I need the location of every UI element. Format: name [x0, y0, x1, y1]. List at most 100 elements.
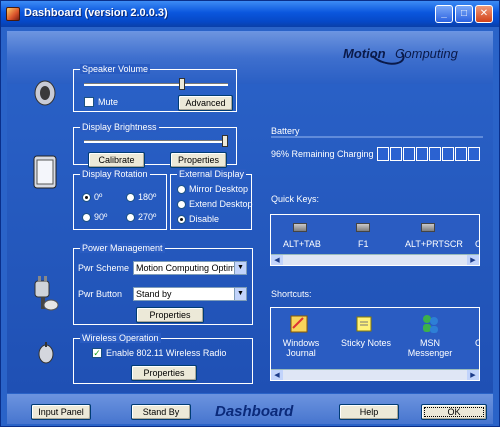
battery-cell — [455, 147, 467, 161]
wireless-operation-title: Wireless Operation — [80, 333, 161, 343]
dashboard-window: Dashboard (version 2.0.0.3) _ □ ✕ Motion… — [0, 0, 500, 427]
tablet-display-icon — [33, 155, 57, 189]
quick-key-item[interactable]: ALT+TAB — [283, 239, 321, 249]
volume-slider-track[interactable] — [84, 83, 228, 86]
speaker-icon — [34, 80, 56, 106]
battery-remaining: 96% Remaining — [271, 149, 335, 159]
title-bar[interactable]: Dashboard (version 2.0.0.3) _ □ ✕ — [1, 1, 499, 27]
mirror-desktop-radio[interactable] — [177, 185, 186, 194]
shortcut-item[interactable]: Windows Journal — [279, 338, 323, 358]
rotation-0-label: 0º — [94, 192, 103, 202]
quick-keys-list: ALT+TAB F1 ALT+PRTSCR C ◀ ▶ — [270, 214, 480, 266]
battery-cell — [377, 147, 389, 161]
key-icon[interactable] — [293, 223, 307, 232]
battery-cell — [416, 147, 428, 161]
scroll-right-icon[interactable]: ▶ — [467, 255, 479, 265]
battery-cell — [390, 147, 402, 161]
display-rotation-title: Display Rotation — [80, 169, 150, 179]
rotation-90-radio[interactable] — [82, 213, 91, 222]
volume-slider-thumb[interactable] — [178, 78, 185, 90]
rotation-270-label: 270º — [138, 212, 157, 222]
battery-label: Battery — [271, 126, 300, 136]
scroll-right-icon[interactable]: ▶ — [467, 370, 479, 380]
motion-computing-logo: Motion Computing — [343, 39, 483, 70]
extend-desktop-radio[interactable] — [177, 200, 186, 209]
display-brightness-group: Display Brightness Calibrate Properties — [73, 122, 237, 168]
mute-checkbox[interactable] — [84, 97, 94, 107]
rotation-0-radio[interactable] — [82, 193, 91, 202]
rotation-270-radio[interactable] — [126, 213, 135, 222]
power-properties-button[interactable]: Properties — [136, 307, 204, 323]
brightness-properties-button[interactable]: Properties — [170, 152, 227, 168]
shortcut-item[interactable]: MSN Messenger — [405, 338, 455, 358]
scroll-left-icon[interactable]: ◀ — [271, 370, 283, 380]
pwr-button-value: Stand by — [136, 289, 172, 299]
shortcut-item[interactable]: Sticky Notes — [341, 338, 391, 348]
enable-wireless-checkbox[interactable]: ✓ — [92, 348, 102, 358]
dashboard-panel: Motion Computing Speaker Volume Mute Adv… — [7, 31, 493, 393]
key-icon[interactable] — [356, 223, 370, 232]
speaker-volume-title: Speaker Volume — [80, 64, 151, 74]
ok-button[interactable]: OK — [421, 404, 487, 420]
app-icon — [6, 7, 20, 21]
power-management-title: Power Management — [80, 243, 165, 253]
rotation-180-label: 180º — [138, 192, 157, 202]
msn-messenger-icon[interactable] — [419, 312, 441, 334]
advanced-button[interactable]: Advanced — [178, 95, 233, 111]
wireless-properties-button[interactable]: Properties — [131, 365, 197, 381]
rotation-90-label: 90º — [94, 212, 108, 222]
battery-divider — [271, 136, 483, 138]
rotation-180-radio[interactable] — [126, 193, 135, 202]
external-display-title: External Display — [177, 169, 247, 179]
power-management-group: Power Management Pwr Scheme Motion Compu… — [73, 243, 253, 325]
external-display-group: External Display Mirror Desktop Extend D… — [170, 169, 253, 230]
pwr-scheme-value: Motion Computing Optimi — [136, 263, 238, 273]
shortcuts-list: Windows Journal Sticky Notes MSN Messeng… — [270, 307, 480, 381]
pwr-button-label: Pwr Button — [78, 289, 123, 299]
quick-key-item[interactable]: C — [475, 239, 479, 249]
minimize-button[interactable]: _ — [435, 5, 453, 23]
mute-label: Mute — [98, 97, 119, 107]
pwr-scheme-label: Pwr Scheme — [78, 263, 130, 273]
pwr-scheme-select[interactable]: Motion Computing Optimi ▼ — [133, 261, 247, 275]
calibrate-button[interactable]: Calibrate — [88, 152, 145, 168]
extend-desktop-label: Extend Desktop — [189, 199, 253, 209]
quick-keys-label: Quick Keys: — [271, 194, 320, 204]
shortcut-item[interactable]: C — [475, 338, 479, 348]
maximize-button[interactable]: □ — [455, 5, 473, 23]
quick-key-item[interactable]: ALT+PRTSCR — [405, 239, 463, 249]
pwr-button-select[interactable]: Stand by ▼ — [133, 287, 247, 301]
window-title: Dashboard (version 2.0.0.3) — [24, 7, 168, 19]
brightness-slider-track[interactable] — [84, 140, 228, 143]
quick-keys-scrollbar[interactable]: ◀ ▶ — [271, 254, 479, 265]
scroll-left-icon[interactable]: ◀ — [271, 255, 283, 265]
close-button[interactable]: ✕ — [475, 5, 493, 23]
disable-label: Disable — [189, 214, 220, 224]
stand-by-button[interactable]: Stand By — [131, 404, 191, 420]
chevron-down-icon[interactable]: ▼ — [234, 288, 246, 300]
display-brightness-title: Display Brightness — [80, 122, 159, 132]
quick-key-item[interactable]: F1 — [358, 239, 369, 249]
dashboard-brand: Dashboard — [215, 403, 294, 420]
brightness-slider-thumb[interactable] — [222, 135, 229, 147]
display-rotation-group: Display Rotation 0º 180º 90º 270º — [73, 169, 167, 230]
shortcuts-scrollbar[interactable]: ◀ ▶ — [271, 369, 479, 380]
help-button[interactable]: Help — [339, 404, 399, 420]
sticky-notes-icon[interactable] — [354, 314, 374, 334]
input-panel-button[interactable]: Input Panel — [31, 404, 91, 420]
battery-cell — [468, 147, 480, 161]
enable-wireless-label: Enable 802.11 Wireless Radio — [106, 348, 227, 358]
chevron-down-icon[interactable]: ▼ — [234, 262, 246, 274]
key-icon[interactable] — [421, 223, 435, 232]
wireless-antenna-icon — [38, 342, 54, 364]
battery-cell — [442, 147, 454, 161]
shortcuts-label: Shortcuts: — [271, 289, 312, 299]
logo-computing-text: Computing — [395, 46, 458, 61]
windows-journal-icon[interactable] — [289, 314, 309, 334]
wireless-operation-group: Wireless Operation ✓ Enable 802.11 Wirel… — [73, 333, 253, 384]
mirror-desktop-label: Mirror Desktop — [189, 184, 249, 194]
battery-cell — [403, 147, 415, 161]
battery-cell — [429, 147, 441, 161]
disable-radio[interactable] — [177, 215, 186, 224]
speaker-volume-group: Speaker Volume Mute Advanced — [73, 64, 237, 112]
